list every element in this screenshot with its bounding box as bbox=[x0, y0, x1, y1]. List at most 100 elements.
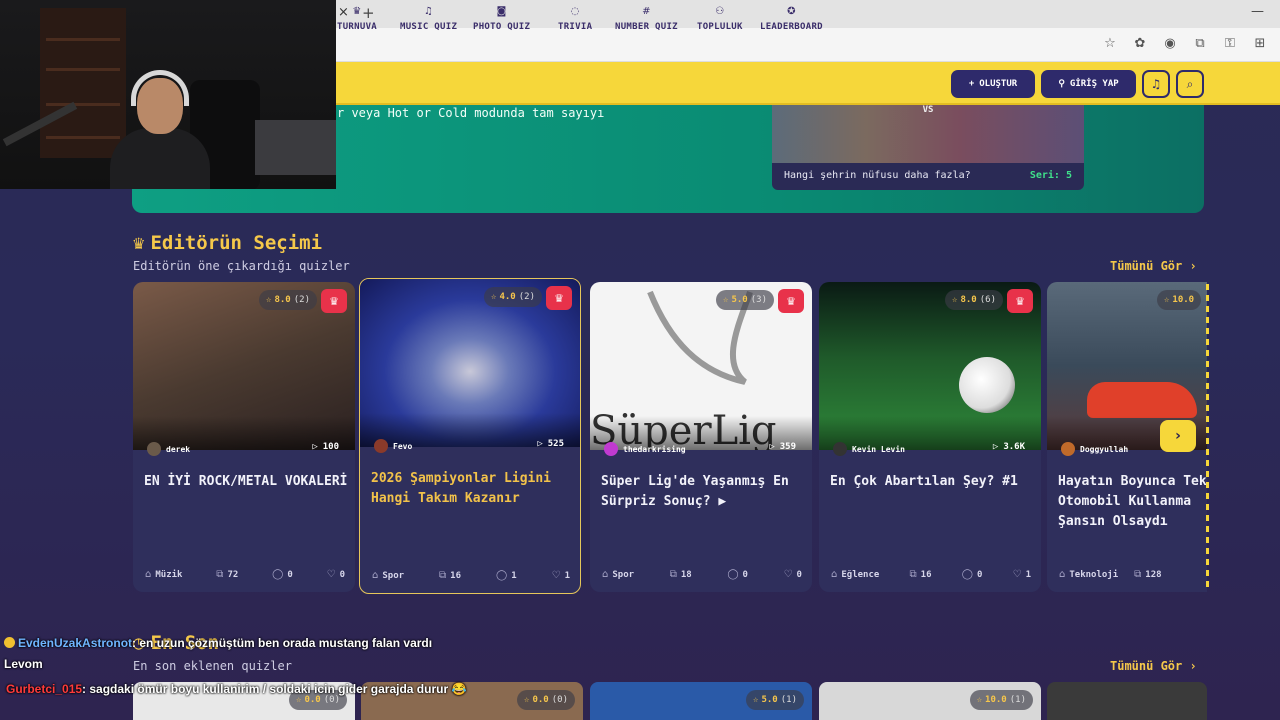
comment-count: ◯ 0 bbox=[961, 569, 983, 580]
quiz-author[interactable]: Doggyullah bbox=[1061, 442, 1128, 456]
quiz-card[interactable]: ☆ 4.0 (2) ♛ Fevo ▷ 525 2026 Şampiyonlar Lig… bbox=[359, 278, 581, 594]
nav-item-turnuva[interactable]: ♛ TURNUVA bbox=[337, 6, 377, 32]
carousel-next-button[interactable]: › bbox=[1160, 420, 1196, 452]
comment-icon: ◯ bbox=[727, 569, 739, 580]
nav-item-number-quiz[interactable]: # NUMBER QUIZ bbox=[615, 6, 678, 32]
comment-count: ◯ 1 bbox=[496, 570, 517, 581]
vs-badge: VS bbox=[922, 105, 934, 115]
play-icon: ▷ bbox=[992, 442, 999, 452]
play-count: ▷ 359 bbox=[769, 442, 796, 452]
comment-count: ◯ 0 bbox=[727, 569, 748, 580]
hero-game-preview[interactable]: VS Hangi şehrin nüfusu daha fazla? Seri:… bbox=[772, 105, 1084, 190]
heart-icon: ♡ bbox=[783, 569, 793, 580]
play-count: ▷ 100 bbox=[312, 442, 339, 452]
rating-badge: ☆ 8.0 (2) bbox=[259, 290, 317, 310]
quiz-author[interactable]: Kevin Levin bbox=[833, 442, 905, 456]
hero-description: r veya Hot or Cold modunda tam sayıyı bbox=[337, 106, 605, 120]
extensions-puzzle-icon[interactable]: ⧉ bbox=[1192, 36, 1208, 51]
football-ball bbox=[959, 357, 1015, 413]
quiz-meta: ⌂ Teknoloji ⧉ 128 bbox=[1059, 569, 1197, 580]
quiz-card[interactable]: SüperLig ☆5.0(3) ♛ thedarkrising ▷359 Sü… bbox=[590, 282, 812, 592]
comment-count: ◯ 0 bbox=[272, 569, 293, 580]
plus-icon: + bbox=[968, 79, 975, 89]
section-subtitle: En son eklenen quizler bbox=[133, 659, 292, 673]
questions-icon: ⧉ bbox=[216, 569, 224, 580]
key-icon[interactable]: ⚿ bbox=[1222, 36, 1238, 51]
create-button[interactable]: + OLUŞTUR bbox=[951, 70, 1035, 98]
webcam-overlay bbox=[0, 0, 336, 189]
rating-badge: ☆ 10.0 bbox=[1157, 290, 1202, 310]
category: ⌂ Eğlence bbox=[831, 569, 880, 580]
category-icon: ⌂ bbox=[372, 570, 379, 581]
extension-icon[interactable]: ◉ bbox=[1162, 36, 1178, 51]
star-icon: ☆ bbox=[976, 695, 983, 705]
star-icon: ☆ bbox=[491, 292, 497, 302]
rating-badge: ☆ 10.0 (1) bbox=[969, 690, 1033, 710]
see-all-link[interactable]: Tümünü Gör › bbox=[1110, 659, 1197, 673]
star-icon: ☆ bbox=[753, 695, 759, 705]
bookmark-star-icon[interactable]: ☆ bbox=[1102, 36, 1118, 51]
crown-icon: ♛ bbox=[546, 286, 572, 310]
question-count: ⧉ 16 bbox=[439, 570, 462, 581]
monitor bbox=[255, 120, 336, 175]
quiz-meta: ⌂ Spor ⧉ 16 ◯ 1 ♡ 1 bbox=[372, 570, 570, 581]
avatar bbox=[604, 442, 618, 456]
crown-icon: ♛ bbox=[1007, 289, 1033, 313]
category: ⌂ Müzik bbox=[145, 569, 183, 580]
heart-icon: ♡ bbox=[326, 569, 336, 580]
play-icon: ▷ bbox=[537, 439, 543, 449]
streamer-body bbox=[110, 128, 210, 189]
crown-icon: ♛ bbox=[778, 289, 804, 313]
quiz-meta: ⌂ Müzik ⧉ 72 ◯ 0 ♡ 0 bbox=[145, 569, 345, 580]
question-count: ⧉ 128 bbox=[1134, 569, 1162, 580]
extension-icon[interactable]: ✿ bbox=[1132, 36, 1148, 51]
category: ⌂ Spor bbox=[372, 570, 405, 581]
rating-badge: ☆ 4.0 (2) bbox=[484, 287, 542, 307]
hash-icon: # bbox=[642, 6, 651, 17]
quiz-card[interactable]: ☆ 5.0 (1) bbox=[590, 682, 812, 720]
nav-item-leaderboard[interactable]: ✪ LEADERBOARD bbox=[760, 6, 823, 32]
carousel-edge bbox=[1206, 284, 1209, 590]
quiz-author[interactable]: Fevo bbox=[374, 439, 412, 453]
trophy-icon: ♛ bbox=[352, 6, 362, 17]
translate-icon[interactable]: ⊞ bbox=[1252, 36, 1268, 51]
user-icon: ⚲ bbox=[1058, 79, 1065, 89]
questions-icon: ⧉ bbox=[909, 569, 917, 580]
category: ⌂ Teknoloji bbox=[1059, 569, 1119, 580]
quiz-card[interactable]: ☆ 10.0 (1) bbox=[819, 682, 1041, 720]
section-subtitle: Editörün öne çıkardığı quizler bbox=[133, 259, 350, 273]
quiz-meta: ⌂ Spor ⧉ 18 ◯ 0 ♡ 0 bbox=[602, 569, 802, 580]
search-button[interactable]: ⌕ bbox=[1176, 70, 1204, 98]
quiz-meta: ⌂ Eğlence ⧉ 16 ◯ 0 ♡ 1 bbox=[831, 569, 1031, 580]
nav-item-photo-quiz[interactable]: ◙ PHOTO QUIZ bbox=[473, 6, 530, 32]
nav-item-music-quiz[interactable]: ♫ MUSIC QUIZ bbox=[400, 6, 457, 32]
window-minimize-button[interactable]: — bbox=[1251, 4, 1264, 19]
chat-message: Levom bbox=[4, 657, 43, 671]
bookshelf bbox=[40, 8, 126, 158]
red-car bbox=[1087, 382, 1197, 418]
star-icon: ☆ bbox=[723, 295, 729, 305]
nav-item-trivia[interactable]: ◌ TRIVIA bbox=[558, 6, 592, 32]
quiz-author[interactable]: thedarkrising bbox=[604, 442, 686, 456]
quiz-card[interactable]: ☆ 8.0 (2) ♛ derek ▷ 100 EN İYİ ROCK/METAL V… bbox=[133, 282, 355, 592]
medal-icon: ✪ bbox=[787, 6, 796, 17]
quiz-card[interactable]: ☆ 8.0 (6) ♛ Kevin Levin ▷ 3.6K En Çok Abart… bbox=[819, 282, 1041, 592]
quiz-title: 2026 Şampiyonlar Ligini Hangi Takım Kaza… bbox=[371, 471, 552, 506]
login-button[interactable]: ⚲ GİRİŞ YAP bbox=[1041, 70, 1136, 98]
heart-icon: ♡ bbox=[551, 570, 561, 581]
quiz-title: Süper Lig'de Yaşanmış En Sürpriz Sonuç? … bbox=[601, 474, 789, 509]
notifications-button[interactable]: ♫ bbox=[1142, 70, 1170, 98]
nav-item-topluluk[interactable]: ⚇ TOPLULUK bbox=[697, 6, 743, 32]
quiz-card[interactable] bbox=[1047, 682, 1207, 720]
play-icon: ▷ bbox=[312, 442, 318, 452]
browser-toolbar-icons: ☆ ✿ ◉ ⧉ ⚿ ⊞ bbox=[1102, 36, 1268, 51]
like-count: ♡ 0 bbox=[783, 569, 802, 580]
chat-message: Gurbetci_015: sagdaki ömür boyu kullanir… bbox=[6, 682, 467, 696]
quiz-author[interactable]: derek bbox=[147, 442, 190, 456]
see-all-link[interactable]: Tümünü Gör › bbox=[1110, 259, 1197, 273]
comment-icon: ◯ bbox=[961, 569, 973, 580]
avatar bbox=[1061, 442, 1075, 456]
play-count: ▷ 525 bbox=[537, 439, 564, 449]
category: ⌂ Spor bbox=[602, 569, 635, 580]
music-icon: ♫ bbox=[423, 6, 434, 17]
